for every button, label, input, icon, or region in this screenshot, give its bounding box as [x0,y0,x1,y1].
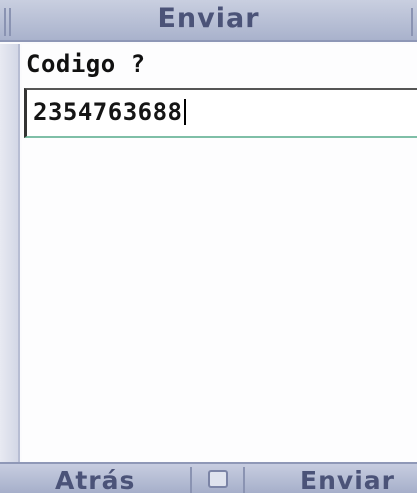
title-bar: Enviar [0,0,417,42]
menu-icon[interactable] [208,470,228,488]
text-caret [183,99,186,125]
back-softkey[interactable]: Atrás [55,466,135,495]
softkey-bar: Atrás Enviar [0,462,417,495]
phone-screen: Enviar Codigo ? 2354763688 Atrás Enviar [0,0,417,495]
code-input-value[interactable]: 2354763688 [33,98,186,126]
center-softkey[interactable] [190,467,245,493]
code-input[interactable]: 2354763688 [24,88,417,138]
left-scroll-rail [0,44,20,462]
send-softkey[interactable]: Enviar [300,466,395,495]
code-label: Codigo ? [26,50,146,78]
code-input-text[interactable]: 2354763688 [33,98,183,126]
form-area: Codigo ? 2354763688 [22,44,417,462]
title-tick-right [411,8,413,36]
screen-title: Enviar [157,3,260,34]
